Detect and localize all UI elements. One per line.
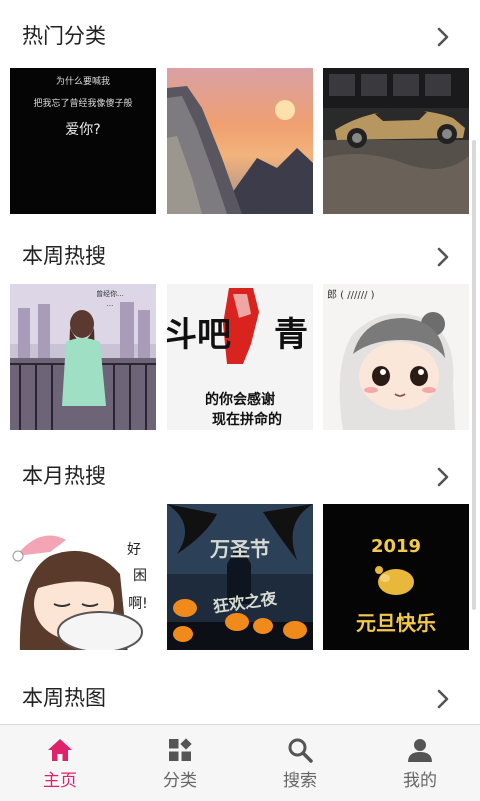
- new-year-2019-image[interactable]: 2019 元旦快乐: [323, 504, 469, 650]
- section-title: 热门分类: [22, 24, 106, 48]
- section-title: 本周热图: [22, 686, 106, 710]
- tab-search[interactable]: 搜索: [240, 725, 360, 801]
- category-icon: [169, 738, 192, 761]
- search-icon: [288, 738, 313, 763]
- image-caption-line: ...: [107, 300, 114, 308]
- image-caption-line: 好: [127, 542, 141, 558]
- section-header[interactable]: 本周热搜: [0, 230, 480, 286]
- image-grid: 曾经你... ... 斗吧 青 的你会感谢 现在拼命的 郎 (//////): [0, 284, 480, 430]
- chevron-right-icon[interactable]: [432, 246, 454, 268]
- bottom-navigation: 主页 分类 搜索 我的: [0, 724, 480, 801]
- section-header[interactable]: 热门分类: [0, 10, 480, 66]
- main-content: 热门分类 为什么要喊我 把我忘了曾经我像傻子般 爱你? 本周热搜 曾经你... …: [0, 0, 480, 724]
- image-caption-line: 现在拼命的: [212, 411, 282, 428]
- image-caption-line: 元旦快乐: [356, 611, 436, 635]
- image-grid: 为什么要喊我 把我忘了曾经我像傻子般 爱你?: [0, 68, 480, 214]
- fist-slogan-image[interactable]: 斗吧 青 的你会感谢 现在拼命的: [167, 284, 313, 430]
- image-caption-line: 的你会感谢: [205, 391, 275, 408]
- text-love-image[interactable]: 为什么要喊我 把我忘了曾经我像傻子般 爱你?: [10, 68, 156, 214]
- image-caption-line: 万圣节: [209, 537, 270, 561]
- image-caption-line: 斗吧: [167, 315, 231, 355]
- image-caption-line: 郎 ( ////// ): [327, 288, 375, 301]
- section-title: 本月热搜: [22, 464, 106, 488]
- tab-category[interactable]: 分类: [120, 725, 240, 801]
- image-caption-line: 青: [274, 315, 308, 355]
- sports-car-image[interactable]: [323, 68, 469, 214]
- sleepy-girl-image[interactable]: 好 困 啊!: [10, 504, 156, 650]
- scrollbar[interactable]: [472, 140, 476, 610]
- chevron-right-icon[interactable]: [432, 466, 454, 488]
- section-header[interactable]: 本周热图: [0, 672, 480, 724]
- tab-home[interactable]: 主页: [0, 725, 120, 801]
- section-header[interactable]: 本月热搜: [0, 450, 480, 506]
- image-caption-line: 曾经你...: [96, 289, 124, 298]
- tab-profile[interactable]: 我的: [360, 725, 480, 801]
- image-caption-line: 为什么要喊我: [56, 75, 110, 87]
- image-caption-line: 困: [133, 568, 147, 584]
- image-caption-line: 啊!: [128, 596, 148, 612]
- profile-icon: [408, 739, 432, 762]
- image-grid: 好 困 啊! 万圣节 狂欢之夜 2019 元旦快乐: [0, 504, 480, 650]
- image-caption-line: 爱你?: [65, 122, 100, 138]
- image-caption-line: 2019: [371, 536, 421, 557]
- tab-label: 搜索: [283, 771, 317, 791]
- chevron-right-icon[interactable]: [432, 688, 454, 710]
- chevron-right-icon[interactable]: [432, 26, 454, 48]
- tab-label: 主页: [43, 771, 77, 791]
- section-title: 本周热搜: [22, 244, 106, 268]
- cartoon-girl-image[interactable]: 郎 ( ////// ): [323, 284, 469, 430]
- halloween-image[interactable]: 万圣节 狂欢之夜: [167, 504, 313, 650]
- image-caption-line: 把我忘了曾经我像傻子般: [33, 97, 132, 109]
- girl-railing-image[interactable]: 曾经你... ...: [10, 284, 156, 430]
- home-icon: [48, 739, 72, 761]
- tab-label: 我的: [403, 771, 437, 791]
- mountain-sunset-image[interactable]: [167, 68, 313, 214]
- tab-label: 分类: [163, 771, 197, 791]
